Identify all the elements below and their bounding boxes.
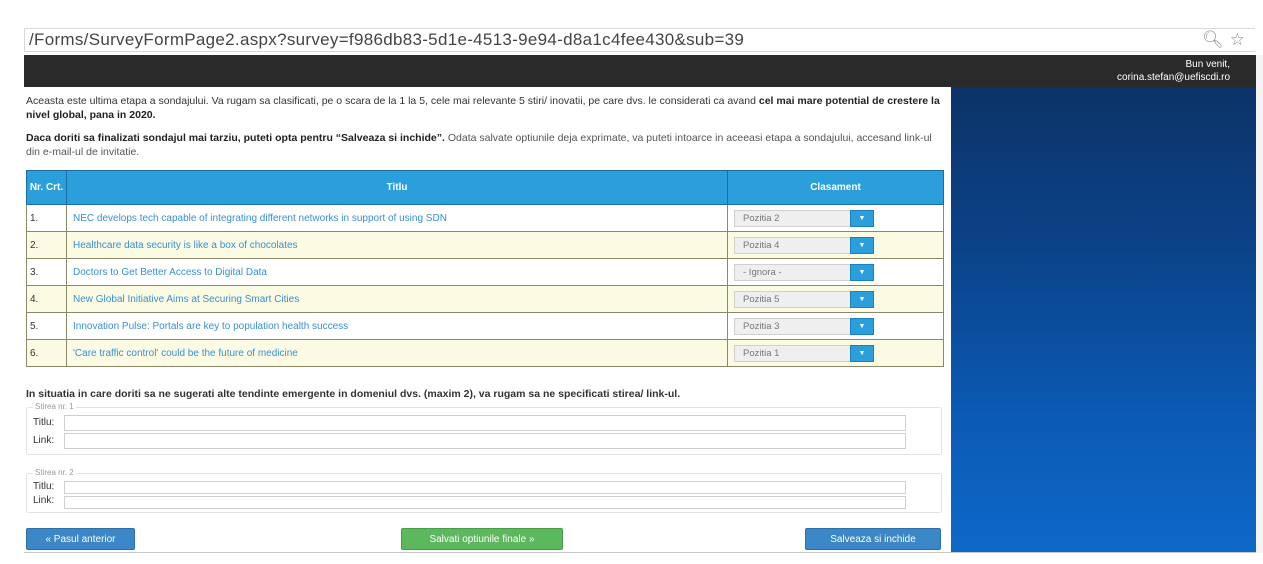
row-number: 1. (26, 204, 67, 232)
news-title-link[interactable]: 'Care traffic control' could be the futu… (66, 339, 728, 367)
table-row: 3. Doctors to Get Better Access to Digit… (26, 258, 944, 286)
browser-window: /Forms/SurveyFormPage2.aspx?survey=f986d… (0, 0, 1263, 564)
rank-cell: Pozitia 1 ▼ (727, 339, 944, 367)
news-title-link[interactable]: NEC develops tech capable of integrating… (66, 204, 728, 232)
table-row: 6. 'Care traffic control' could be the f… (26, 339, 944, 367)
row-number: 5. (26, 312, 67, 340)
table-row: 1. NEC develops tech capable of integrat… (26, 204, 944, 232)
star-icon[interactable]: ☆ (1230, 30, 1245, 49)
column-header-rank: Clasament (727, 170, 944, 205)
fieldset-legend: Stirea nr. 1 (33, 402, 76, 411)
chevron-down-icon[interactable]: ▼ (850, 344, 874, 362)
side-banner (951, 87, 1256, 553)
news-title-link[interactable]: Innovation Pulse: Portals are key to pop… (66, 312, 728, 340)
welcome-box: Bun venit, corina.stefan@uefiscdi.ro (1117, 58, 1230, 84)
row-number: 6. (26, 339, 67, 367)
rank-cell: Pozitia 4 ▼ (727, 231, 944, 259)
rank-cell: - Ignora - ▼ (727, 258, 944, 286)
link-label: Link: (33, 495, 55, 506)
column-header-title: Titlu (66, 170, 728, 205)
site-header: Bun venit, corina.stefan@uefiscdi.ro (24, 55, 1256, 87)
rank-cell: Pozitia 2 ▼ (727, 204, 944, 232)
survey-content: Aceasta este ultima etapa a sondajului. … (24, 87, 951, 553)
rank-select[interactable]: Pozitia 4 ▼ (734, 236, 874, 254)
rank-select-value: Pozitia 2 (743, 212, 780, 224)
table-header-row: Nr. Crt. Titlu Clasament (26, 170, 944, 205)
suggestion-fieldset-1: Stirea nr. 1 Titlu: Link: (26, 402, 942, 455)
search-icon[interactable]: 🔍︎ (1202, 30, 1224, 49)
suggestion-fieldset-2: Stirea nr. 2 Titlu: Link: (26, 468, 942, 513)
suggestions-heading: In situatia in care doriti sa ne sugerat… (26, 388, 681, 400)
news-title-link[interactable]: Doctors to Get Better Access to Digital … (66, 258, 728, 286)
table-row: 2. Healthcare data security is like a bo… (26, 231, 944, 259)
chevron-down-icon[interactable]: ▼ (850, 317, 874, 335)
title-label: Titlu: (33, 481, 55, 492)
column-header-nr: Nr. Crt. (26, 170, 67, 205)
chevron-down-icon[interactable]: ▼ (850, 209, 874, 227)
window-edge (1256, 55, 1263, 553)
intro-bold-2: Daca doriti sa finalizati sondajul mai t… (26, 132, 445, 144)
suggestion-title-input[interactable] (64, 415, 906, 431)
rank-cell: Pozitia 3 ▼ (727, 312, 944, 340)
rank-select[interactable]: Pozitia 5 ▼ (734, 290, 874, 308)
save-final-options-button[interactable]: Salvati optiunile finale » (401, 528, 563, 550)
table-row: 4. New Global Initiative Aims at Securin… (26, 285, 944, 313)
chevron-down-icon[interactable]: ▼ (850, 236, 874, 254)
welcome-text: Bun venit, (1185, 59, 1230, 70)
rank-select[interactable]: - Ignora - ▼ (734, 263, 874, 281)
intro-text-1: Aceasta este ultima etapa a sondajului. … (26, 95, 756, 107)
fieldset-legend: Stirea nr. 2 (33, 468, 76, 477)
previous-step-button[interactable]: « Pasul anterior (26, 528, 135, 550)
suggestion-title-input[interactable] (64, 481, 906, 494)
rank-select-value: Pozitia 4 (743, 239, 780, 251)
rank-cell: Pozitia 5 ▼ (727, 285, 944, 313)
news-title-link[interactable]: Healthcare data security is like a box o… (66, 231, 728, 259)
row-number: 2. (26, 231, 67, 259)
user-email: corina.stefan@uefiscdi.ro (1117, 72, 1230, 83)
rank-select[interactable]: Pozitia 2 ▼ (734, 209, 874, 227)
suggestion-link-input[interactable] (64, 496, 906, 509)
news-title-link[interactable]: New Global Initiative Aims at Securing S… (66, 285, 728, 313)
rank-select-value: Pozitia 3 (743, 320, 780, 332)
chevron-down-icon[interactable]: ▼ (850, 263, 874, 281)
address-bar-icons: 🔍︎ ☆ (1196, 30, 1245, 50)
intro-paragraph-2: Daca doriti sa finalizati sondajul mai t… (26, 131, 946, 159)
rank-select-value: Pozitia 5 (743, 293, 780, 305)
save-and-close-button[interactable]: Salveaza si inchide (805, 528, 941, 550)
intro-paragraph-1: Aceasta este ultima etapa a sondajului. … (26, 94, 946, 122)
suggestion-link-input[interactable] (64, 433, 906, 449)
rank-select-value: Pozitia 1 (743, 347, 780, 359)
divider (24, 552, 1256, 553)
link-label: Link: (33, 435, 55, 446)
title-label: Titlu: (33, 417, 55, 428)
url-text[interactable]: /Forms/SurveyFormPage2.aspx?survey=f986d… (29, 30, 744, 50)
row-number: 4. (26, 285, 67, 313)
chevron-down-icon[interactable]: ▼ (850, 290, 874, 308)
rank-select[interactable]: Pozitia 1 ▼ (734, 344, 874, 362)
news-ranking-table: Nr. Crt. Titlu Clasament 1. NEC develops… (26, 170, 944, 367)
rank-select-value: - Ignora - (743, 266, 782, 278)
rank-select[interactable]: Pozitia 3 ▼ (734, 317, 874, 335)
row-number: 3. (26, 258, 67, 286)
table-row: 5. Innovation Pulse: Portals are key to … (26, 312, 944, 340)
address-bar[interactable]: /Forms/SurveyFormPage2.aspx?survey=f986d… (24, 28, 1255, 52)
